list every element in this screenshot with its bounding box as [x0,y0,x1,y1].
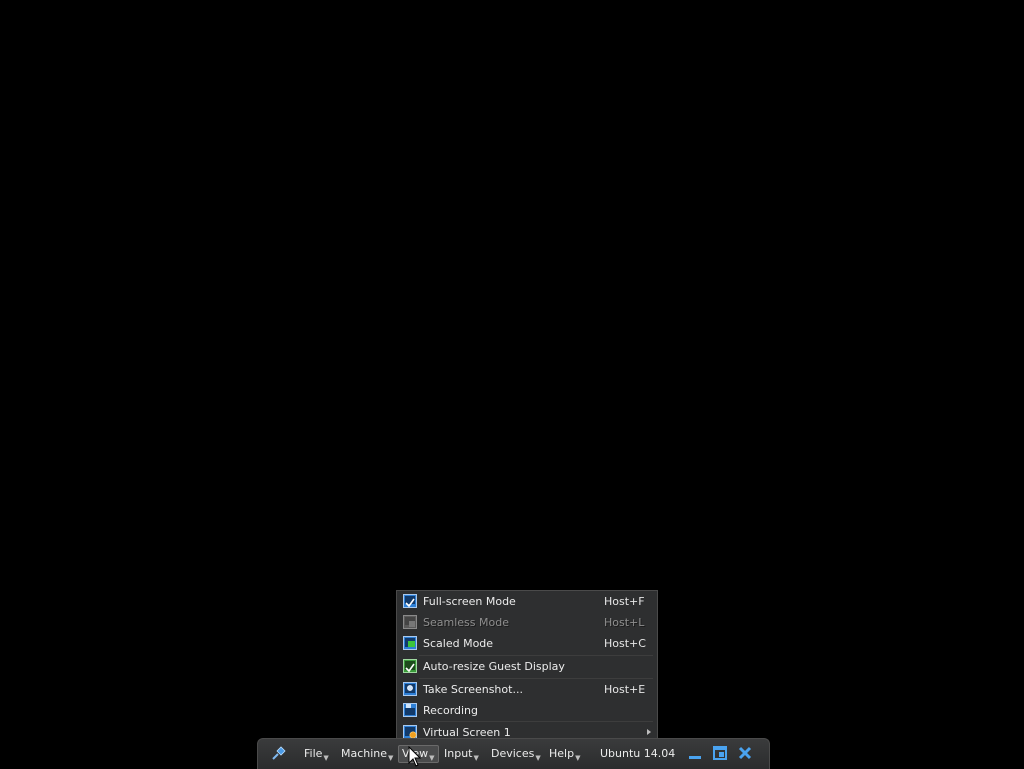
close-icon[interactable] [737,745,753,761]
menu-item-recording[interactable]: Recording [397,700,657,721]
mouse-cursor-icon [408,746,422,767]
menu-file-label: File [304,747,323,760]
seamless-icon [403,615,417,629]
chevron-down-icon: ▼ [429,754,435,762]
scaled-icon [403,636,417,650]
virtual-screen-icon [403,725,417,739]
fullscreen-icon [403,594,417,608]
menu-item-shortcut: Host+E [604,683,646,696]
menu-item-take-screenshot[interactable]: Take Screenshot... Host+E [397,679,657,700]
menu-devices[interactable]: Devices▼ [491,746,541,762]
minimize-icon[interactable] [687,745,703,761]
menu-item-fullscreen[interactable]: Full-screen Mode Host+F [397,591,657,612]
menu-item-label: Seamless Mode [423,616,509,629]
menu-machine[interactable]: Machine▼ [341,746,393,762]
menu-devices-label: Devices [491,747,535,760]
menu-file[interactable]: File▼ [304,746,329,762]
view-menu: Full-screen Mode Host+F Seamless Mode Ho… [396,590,658,743]
chevron-down-icon: ▼ [388,754,394,762]
menu-item-label: Auto-resize Guest Display [423,660,565,673]
menu-item-label: Take Screenshot... [423,683,523,696]
menu-item-shortcut: Host+C [604,637,646,650]
chevron-down-icon: ▼ [473,754,479,762]
menu-item-label: Scaled Mode [423,637,494,650]
vm-name: Ubuntu 14.04 [600,747,676,760]
menu-input[interactable]: Input▼ [444,746,479,762]
submenu-arrow-icon [647,729,651,735]
menu-item-shortcut: Host+F [604,595,645,608]
menu-help-label: Help [549,747,575,760]
chevron-down-icon: ▼ [575,754,581,762]
screenshot-icon [403,682,417,696]
menu-help[interactable]: Help▼ [549,746,580,762]
restore-icon[interactable] [712,745,728,761]
menu-input-label: Input [444,747,473,760]
menu-item-auto-resize[interactable]: Auto-resize Guest Display [397,656,657,677]
menu-machine-label: Machine [341,747,388,760]
menu-item-shortcut: Host+L [604,616,645,629]
menu-item-label: Full-screen Mode [423,595,516,608]
auto-resize-icon [403,659,417,673]
chevron-down-icon: ▼ [535,754,541,762]
menu-item-label: Recording [423,704,479,717]
chevron-down-icon: ▼ [323,754,329,762]
recording-icon [403,703,417,717]
mini-toolbar: File▼ Machine▼ View▼ Input▼ Devices▼ Hel… [257,738,770,769]
menu-item-seamless: Seamless Mode Host+L [397,612,657,633]
pin-icon[interactable] [271,745,287,761]
menu-item-scaled[interactable]: Scaled Mode Host+C [397,633,657,654]
